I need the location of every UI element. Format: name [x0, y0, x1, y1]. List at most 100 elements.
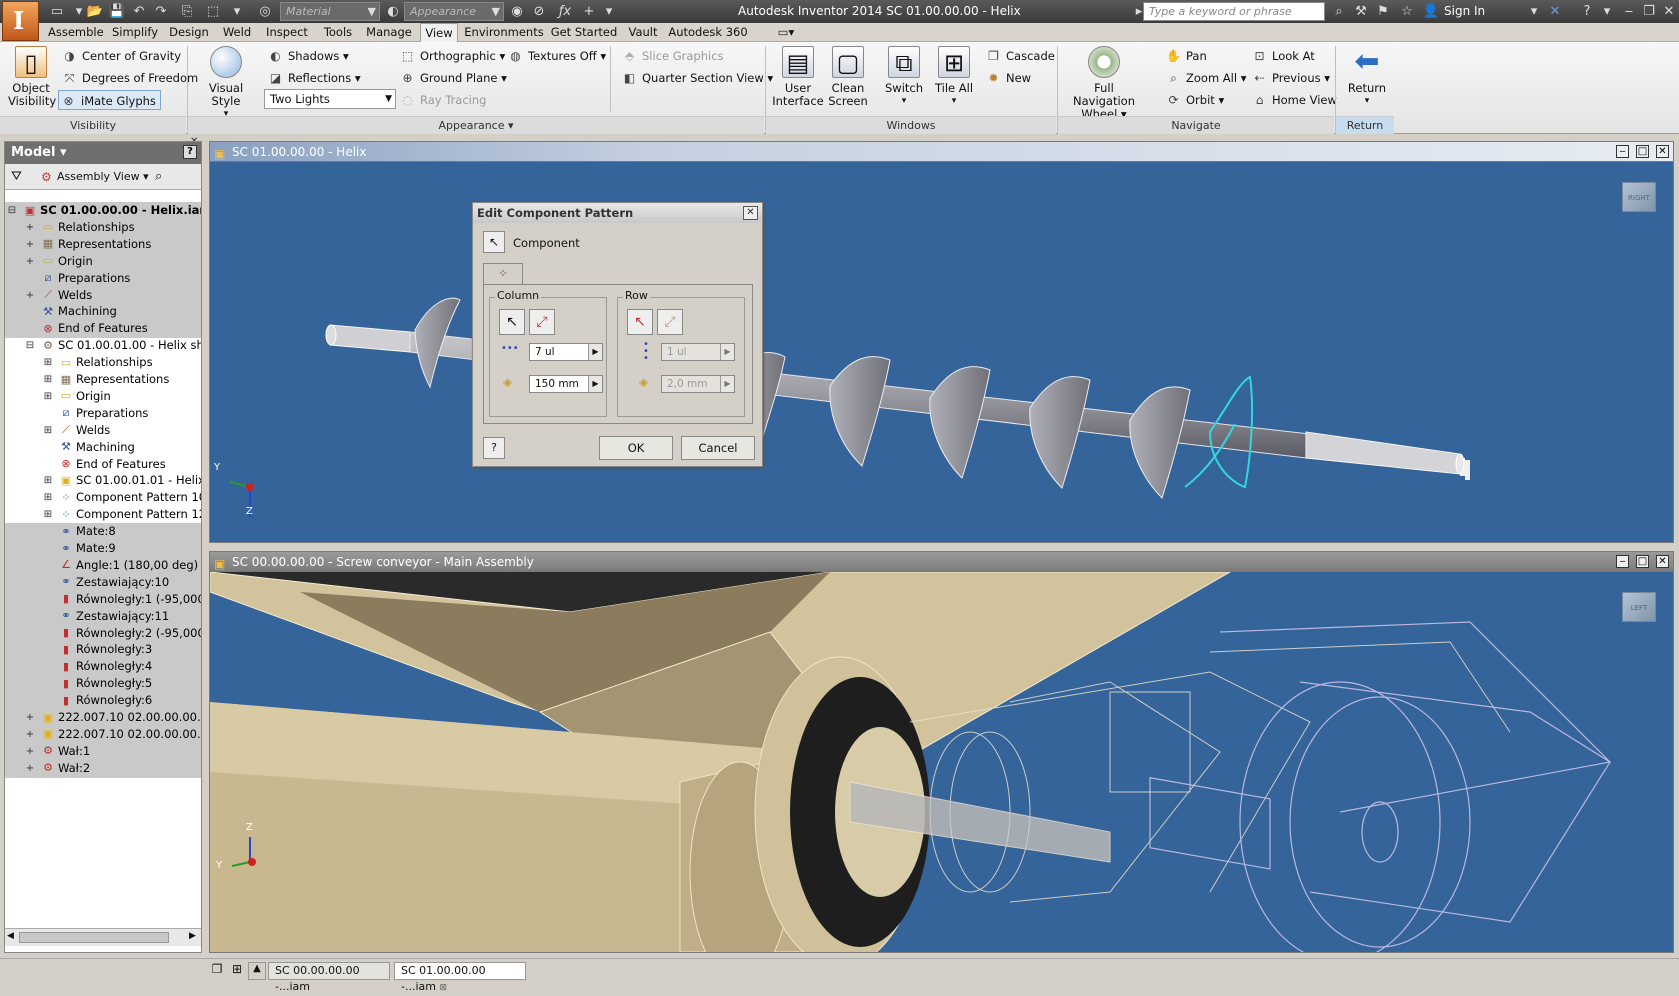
tree-node[interactable]: ▮ Równoległy:2 (-95,000 mm)	[5, 624, 201, 643]
object-visibility-button[interactable]: ▯ Object Visibility	[8, 46, 56, 108]
tree-expand-icon[interactable]: +	[25, 287, 35, 304]
dropdown-icon[interactable]: ▾	[1525, 3, 1543, 20]
full-navigation-wheel-button[interactable]: Full Navigation Wheel ▾	[1064, 46, 1144, 121]
viewcube[interactable]: RIGHT	[1622, 182, 1656, 212]
arrow-right-icon[interactable]: ▶	[720, 376, 734, 392]
help-icon[interactable]: ?	[183, 145, 197, 159]
favorites-icon[interactable]: ☆	[1398, 3, 1416, 20]
viewcube[interactable]: LEFT	[1622, 592, 1656, 622]
select-icon[interactable]: ⬚	[204, 3, 222, 20]
fx-icon[interactable]: ƒx	[556, 3, 574, 20]
tab-assemble[interactable]: Assemble	[48, 23, 104, 42]
tree-expand-icon[interactable]: +	[25, 219, 35, 236]
graphics-canvas[interactable]: Z Y LEFT	[209, 571, 1673, 983]
cascade-windows-icon[interactable]: ❐	[208, 962, 226, 980]
minimize-icon[interactable]: ‒	[1616, 145, 1629, 158]
arrow-right-icon[interactable]: ▶	[720, 344, 734, 360]
orthographic-button[interactable]: ⬚ Orthographic ▾	[398, 46, 505, 66]
row-direction-button[interactable]: ↖	[627, 309, 653, 335]
row-count-input[interactable]: 1 ul ▶	[661, 343, 735, 361]
tree-node[interactable]: ⊟ ▣ SC 01.00.00.00 - Helix.iam	[5, 202, 201, 220]
return-button[interactable]: ⬅ Return ▾	[1340, 46, 1394, 108]
viewport-title-bar[interactable]: ▣ SC 00.00.00.00 - Screw conveyor - Main …	[210, 552, 1673, 572]
tree-node[interactable]: ⚒ Machining	[5, 303, 201, 322]
close-icon[interactable]: ✕	[1656, 145, 1669, 158]
ray-tracing-button[interactable]: ◌ Ray Tracing	[398, 90, 486, 110]
tree-node[interactable]: + ▭ Relationships	[5, 218, 201, 237]
help-button[interactable]: ?	[483, 437, 505, 459]
previous-view-button[interactable]: ⇠ Previous ▾	[1250, 68, 1330, 88]
horizontal-scrollbar[interactable]: ◀ ▶	[5, 928, 201, 946]
tree-node[interactable]: ▮ Równoległy:3	[5, 641, 201, 660]
sign-in-link[interactable]: Sign In	[1444, 4, 1485, 18]
tree-expand-icon[interactable]: +	[25, 709, 35, 726]
row-flip-button[interactable]: ⤢	[657, 309, 683, 335]
imate-glyphs-button[interactable]: ⊗ iMate Glyphs	[58, 90, 161, 110]
tree-expand-icon[interactable]: ⊞	[43, 506, 53, 523]
user-interface-button[interactable]: ▤ User Interface	[772, 46, 824, 108]
column-flip-button[interactable]: ⤢	[529, 309, 555, 335]
tree-expand-icon[interactable]: ⊞	[43, 489, 53, 506]
color-icon[interactable]: ◐	[384, 3, 402, 20]
find-binoculars-icon[interactable]: ⌕	[155, 164, 162, 190]
browser-header[interactable]: Model ▾?	[5, 142, 201, 164]
tab-get-started[interactable]: Get Started	[550, 23, 618, 42]
assembly-view-select[interactable]: Assembly View ▾	[57, 164, 149, 190]
look-at-button[interactable]: ⊡ Look At	[1250, 46, 1314, 66]
tree-expand-icon[interactable]: +	[25, 253, 35, 270]
tree-node[interactable]: ⊗ End of Features	[5, 456, 201, 474]
arrow-right-icon[interactable]: ▶	[588, 344, 602, 360]
tab-environments[interactable]: Environments	[464, 23, 544, 42]
maximize-icon[interactable]: □	[1636, 145, 1649, 158]
viewport-helix[interactable]: ▣ SC 01.00.00.00 - Helix ‒ □ ✕ Y Z RIGHT	[209, 141, 1674, 543]
close-icon[interactable]: ✕	[1660, 3, 1678, 20]
adjust-appearance-icon[interactable]: ◉	[508, 3, 526, 20]
tree-expand-icon[interactable]: +	[25, 236, 35, 253]
graphics-canvas[interactable]: Y Z RIGHT	[210, 162, 1673, 542]
tree-node[interactable]: ▮ Równoległy:6	[5, 692, 201, 711]
zoom-all-button[interactable]: ⌕ Zoom All ▾	[1164, 68, 1246, 88]
tree-node[interactable]: ⚭ Zestawiający:10	[5, 573, 201, 592]
maximize-icon[interactable]: □	[1636, 555, 1649, 568]
tile-all-button[interactable]: ⊞ Tile All ▾	[930, 46, 978, 108]
tab-design[interactable]: Design	[168, 23, 210, 42]
tree-node[interactable]: + ▣ 222.007.10 02.00.00.00.00.008	[5, 709, 201, 727]
arrow-right-icon[interactable]: ▶	[588, 376, 602, 392]
quarter-section-view-button[interactable]: ◧ Quarter Section View ▾	[620, 68, 773, 88]
column-spacing-input[interactable]: 150 mm ▶	[529, 375, 603, 393]
tree-node[interactable]: + ⚙ Wał:1	[5, 742, 201, 761]
new-window-button[interactable]: ✹ New	[984, 68, 1031, 88]
clear-appearance-icon[interactable]: ⊘	[530, 3, 548, 20]
tab-rectangular-pattern[interactable]: ⁘	[483, 263, 523, 285]
close-icon[interactable]: ✕	[743, 206, 758, 220]
search-input[interactable]: Type a keyword or phrase	[1143, 2, 1325, 21]
save-icon[interactable]: 💾	[108, 3, 126, 20]
doc-list-up-icon[interactable]: ▲	[248, 962, 266, 980]
tree-node[interactable]: + ⟋ Welds	[5, 286, 201, 305]
ribbon-options-icon[interactable]: ▭▾	[772, 23, 800, 42]
tree-node[interactable]: ⊞ ▭ Origin	[5, 388, 201, 406]
tree-node[interactable]: + ⚙ Wał:2	[5, 759, 201, 778]
tree-node[interactable]: ▮ Równoległy:4	[5, 658, 201, 677]
tree-node[interactable]: + ▣ 222.007.10 02.00.00.00.00.008	[5, 725, 201, 744]
viewport-title-bar[interactable]: ▣ SC 01.00.00.00 - Helix	[210, 142, 1673, 162]
tree-node[interactable]: ▮ Równoległy:5	[5, 675, 201, 694]
new-icon[interactable]: ▭	[48, 3, 66, 20]
tab-view[interactable]: View	[420, 23, 458, 42]
dropdown-icon[interactable]: ▾	[1598, 3, 1616, 20]
degrees-of-freedom-button[interactable]: ⤧ Degrees of Freedom	[60, 68, 199, 88]
tree-node[interactable]: ⊞ ⁘ Component Pattern 10:1	[5, 489, 201, 507]
tree-node[interactable]: ∠ Angle:1 (180,00 deg)	[5, 556, 201, 575]
tree-expand-icon[interactable]: ⊞	[43, 388, 53, 405]
exchange-icon[interactable]: ✕	[1546, 3, 1564, 20]
tile-windows-icon[interactable]: ⊞	[228, 962, 246, 980]
application-menu-button[interactable]: I	[2, 1, 39, 41]
tree-node[interactable]: ⧄ Preparations	[5, 405, 201, 423]
tab-weld[interactable]: Weld	[218, 23, 256, 42]
dialog-title-bar[interactable]: Edit Component Pattern ✕	[473, 203, 762, 223]
user-icon[interactable]: 👤	[1422, 3, 1440, 20]
update-icon[interactable]: ◎	[256, 3, 274, 20]
dropdown-icon[interactable]: ▾	[228, 3, 246, 20]
subscription-icon[interactable]: ⚒	[1352, 3, 1370, 20]
tab-inspect[interactable]: Inspect	[262, 23, 312, 42]
